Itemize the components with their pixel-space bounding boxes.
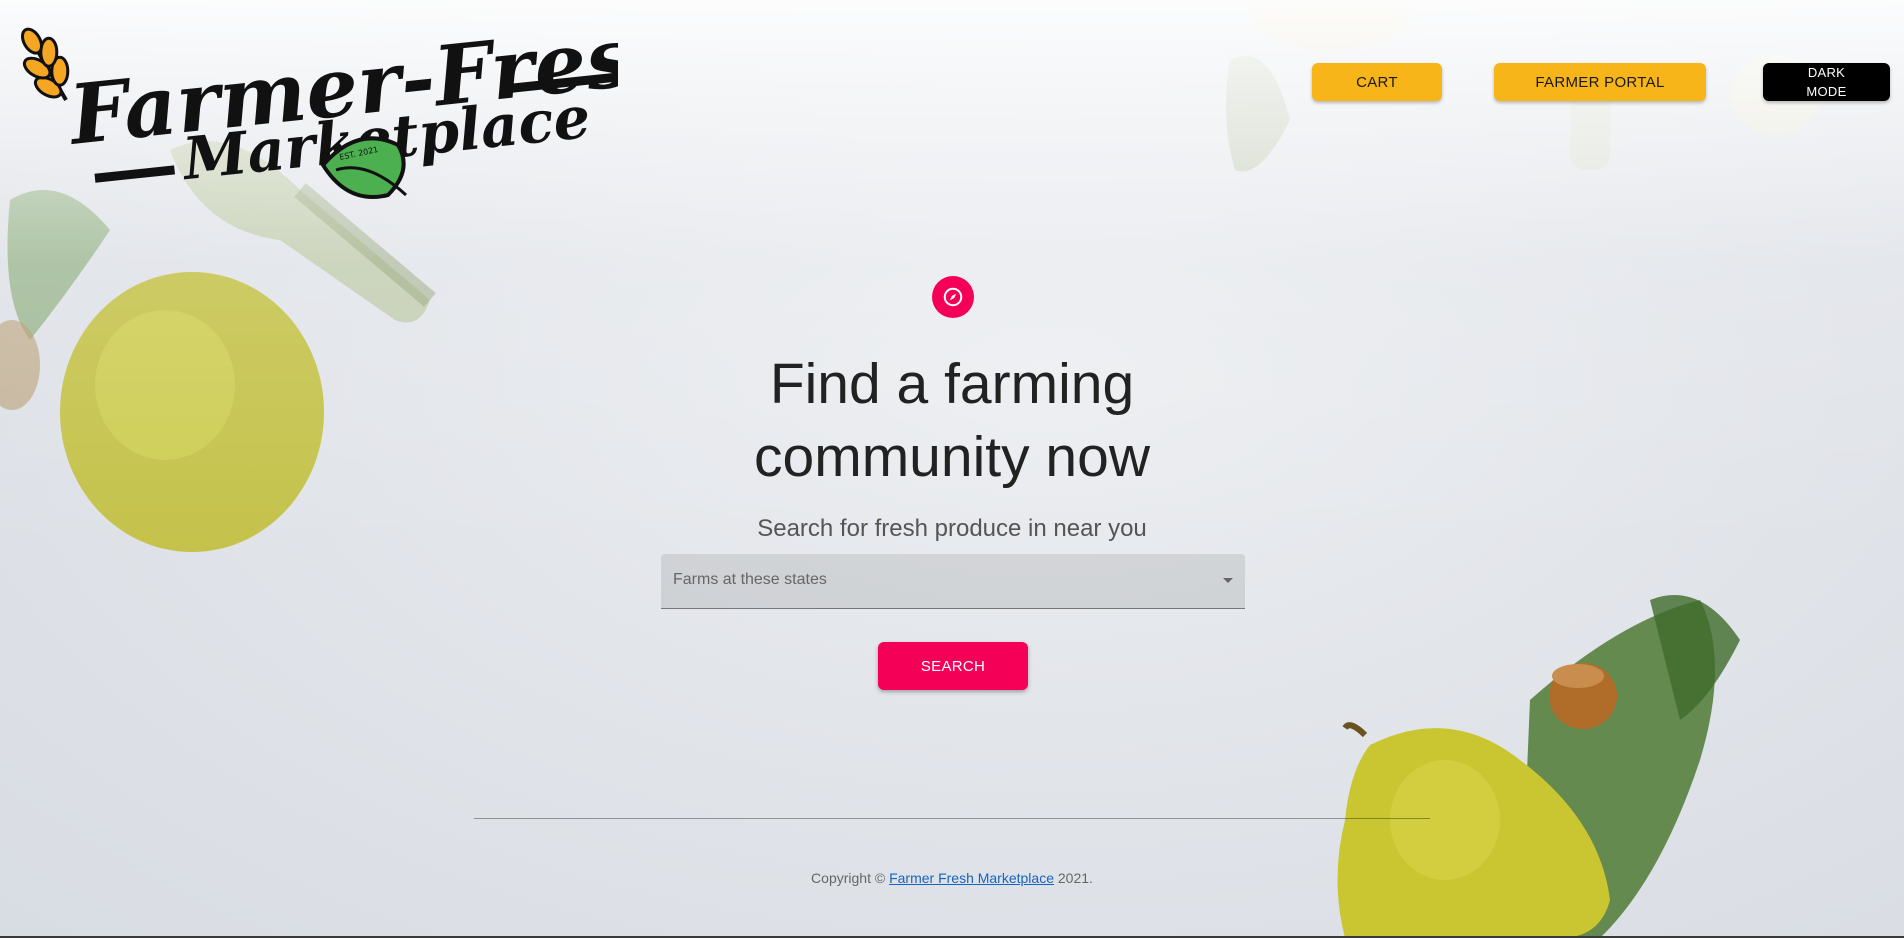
page-subtitle: Search for fresh produce in near you [757,515,1147,542]
marketplace-link[interactable]: Farmer Fresh Marketplace [889,870,1054,886]
compass-icon [932,276,974,318]
state-select[interactable]: Farms at these states [661,554,1245,609]
footer-divider [474,818,1430,819]
farmer-fresh-logo[interactable]: Farmer-Fresh Marketplace EST. 2021 [18,0,618,210]
cart-button[interactable]: CART [1312,63,1442,101]
copyright-text: Copyright © Farmer Fresh Marketplace 202… [652,870,1252,886]
dark-mode-label-line2: MODE [1806,84,1847,99]
copyright-prefix: Copyright © [811,870,890,886]
state-select-label: Farms at these states [673,571,827,588]
title-line1: Find a farming [769,352,1135,416]
copyright-suffix: 2021. [1054,870,1093,886]
dropdown-arrow-icon [1223,578,1233,583]
page-title: Find a farming community now [652,348,1252,494]
dark-mode-label-line1: DARK [1807,65,1846,80]
search-button[interactable]: SEARCH [878,642,1028,690]
farmer-portal-button[interactable]: FARMER PORTAL [1494,63,1706,101]
title-line2: community now [754,425,1150,489]
dark-mode-button[interactable]: DARK MODE [1763,63,1890,101]
